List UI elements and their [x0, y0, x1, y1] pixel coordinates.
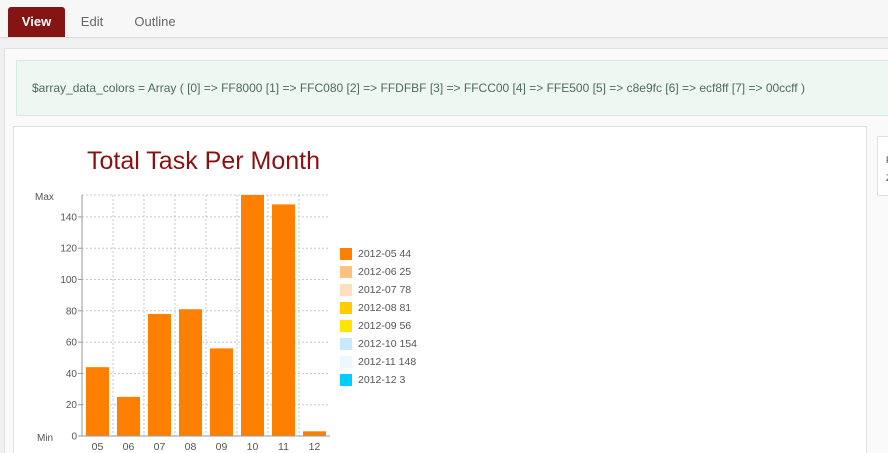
y-tick-label: 80: [66, 306, 78, 317]
y-tick-label: 60: [66, 338, 78, 349]
legend-label: 2012-06 25: [358, 266, 412, 278]
y-tick-label: 140: [60, 212, 77, 223]
legend-label: 2012-09 56: [358, 320, 412, 332]
bar-09: [210, 348, 233, 436]
y-tick-label: 120: [60, 244, 77, 255]
legend-swatch: [340, 284, 352, 296]
y-max-label: Max: [35, 192, 54, 203]
legend-label: 2012-07 78: [358, 284, 412, 296]
legend-label: 2012-11 148: [358, 356, 417, 368]
bar-08: [179, 309, 202, 436]
legend-swatch: [340, 302, 352, 314]
bar-10: [241, 195, 264, 436]
x-tick-label: 11: [278, 441, 289, 453]
legend-item: 2012-07 78: [340, 281, 417, 299]
legend-swatch: [340, 248, 352, 260]
x-tick-label: 09: [216, 441, 228, 453]
bar-06: [117, 396, 140, 436]
legend-swatch: [340, 338, 352, 350]
legend-item: 2012-12 3: [340, 371, 417, 389]
legend-item: 2012-09 56: [340, 317, 417, 335]
legend-label: 2012-05 44: [358, 248, 412, 260]
legend-label: 2012-12 3: [358, 374, 406, 386]
bar-05: [86, 367, 109, 436]
bar-chart: 0 20 40 60 80 100 120 140 Max Min 05 06 07 08 09 10 11 12: [35, 192, 330, 453]
x-tick-label: 05: [92, 441, 104, 453]
legend-label: 2012-08 81: [358, 302, 412, 314]
legend-item: 2012-05 44: [340, 245, 417, 263]
x-tick-label: 06: [123, 441, 135, 453]
bar-07: [148, 313, 171, 436]
y-min-label: Min: [37, 433, 53, 444]
legend-item: 2012-06 25: [340, 263, 417, 281]
legend-swatch: [340, 266, 352, 278]
legend-label: 2012-10 154: [358, 338, 417, 350]
y-tick-label: 40: [66, 369, 78, 380]
y-tick-label: 20: [66, 400, 78, 411]
legend-swatch: [340, 356, 352, 368]
chart-legend: 2012-05 44 2012-06 25 2012-07 78 2012-08 81…: [340, 245, 417, 389]
y-tick-label: 100: [60, 275, 77, 286]
bar-11: [272, 204, 295, 436]
legend-item: 2012-08 81: [340, 299, 417, 317]
bar-12: [303, 431, 326, 436]
x-tick-label: 12: [309, 441, 321, 453]
y-tick-label: 0: [71, 432, 77, 443]
legend-swatch: [340, 320, 352, 332]
legend-item: 2012-10 154: [340, 335, 417, 353]
legend-swatch: [340, 374, 352, 386]
x-tick-label: 07: [154, 441, 166, 453]
x-tick-label: 08: [185, 441, 197, 453]
x-tick-label: 10: [247, 441, 259, 453]
legend-item: 2012-11 148: [340, 353, 417, 371]
